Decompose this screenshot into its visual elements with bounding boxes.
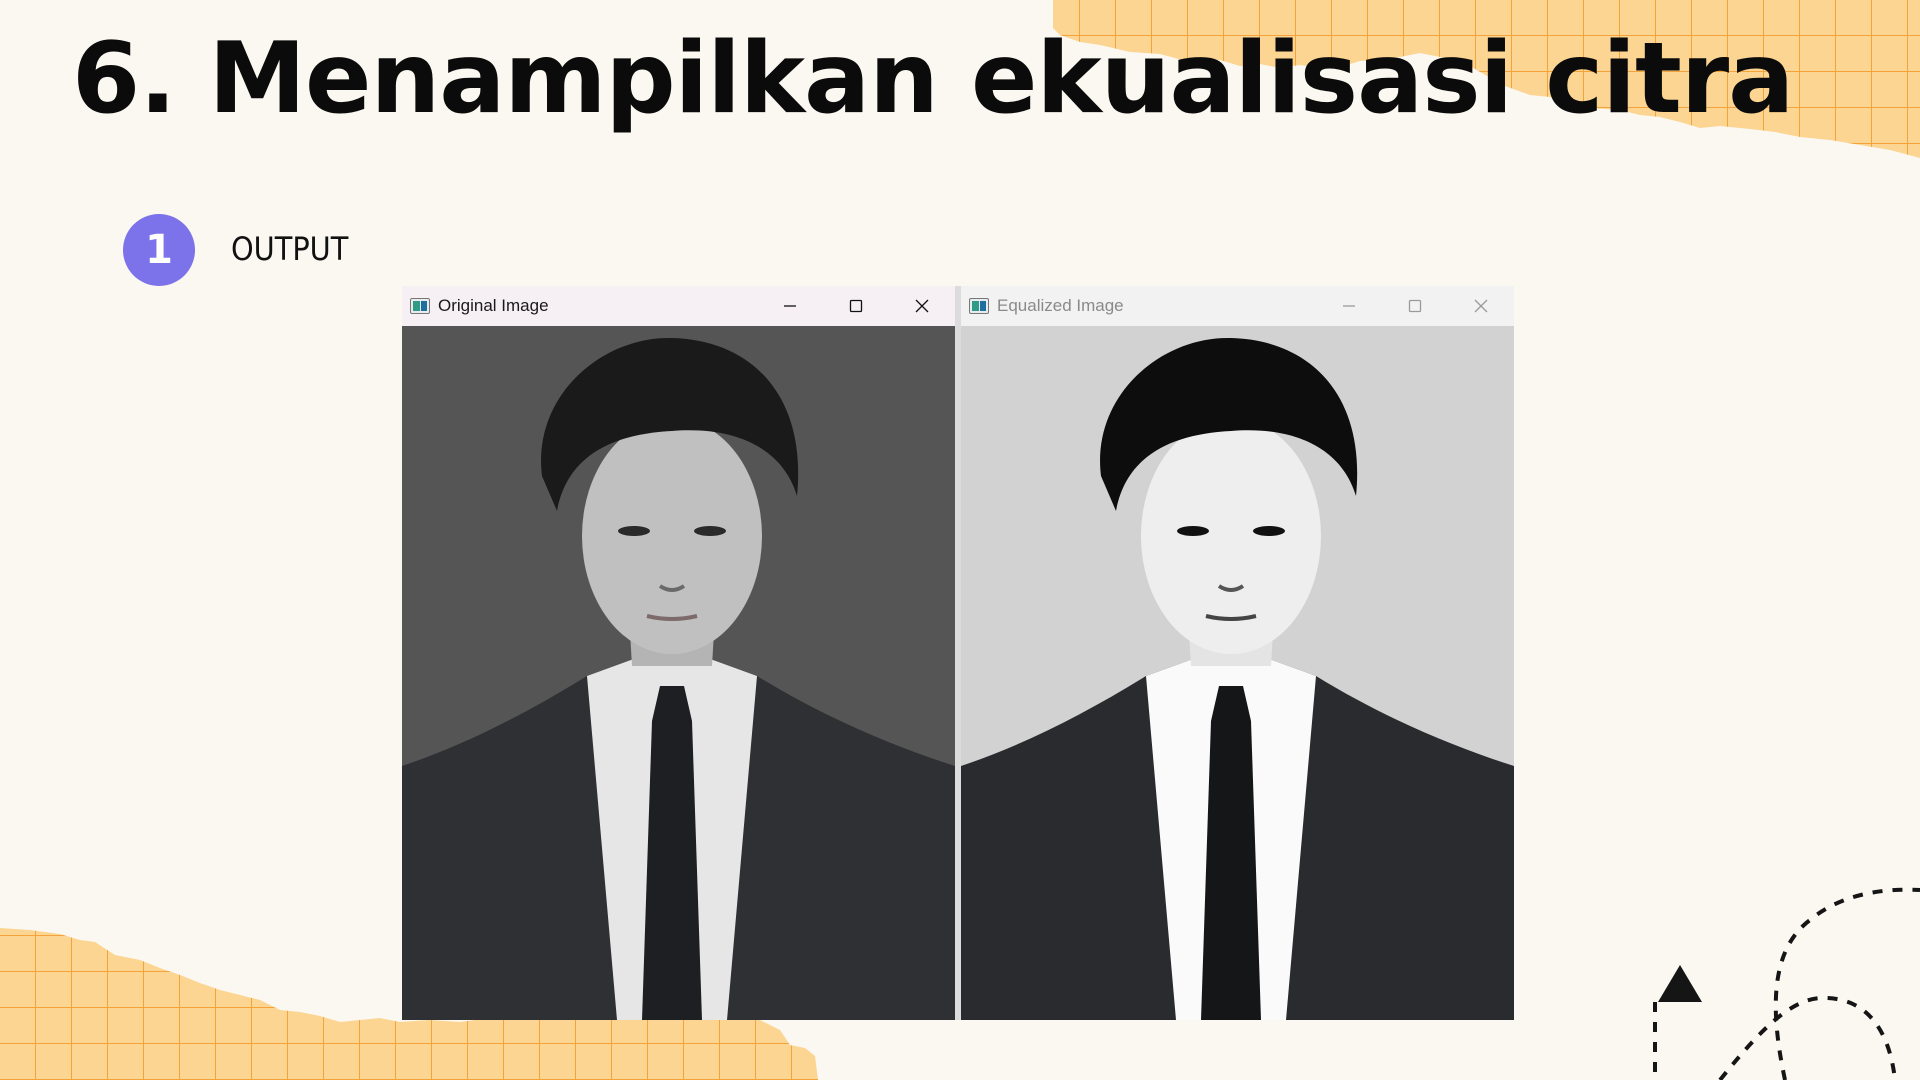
maximize-icon [1408, 299, 1422, 313]
image-window-icon [410, 298, 430, 314]
equalized-window-titlebar[interactable]: Equalized Image [961, 286, 1514, 326]
equalized-image-window[interactable]: Equalized Image [961, 286, 1514, 1020]
step-label: OUTPUT [231, 230, 349, 268]
original-window-titlebar[interactable]: Original Image [402, 286, 955, 326]
equalized-window-title: Equalized Image [997, 296, 1124, 315]
close-icon [915, 299, 929, 313]
minimize-icon [784, 305, 796, 307]
step-number-badge: 1 [123, 214, 195, 286]
minimize-icon [1343, 305, 1355, 307]
arrow-head-icon [1658, 965, 1702, 1002]
window-controls [1316, 286, 1514, 326]
maximize-button[interactable] [823, 286, 889, 326]
minimize-button[interactable] [1316, 286, 1382, 326]
equalized-image-canvas [961, 326, 1514, 1020]
minimize-button[interactable] [757, 286, 823, 326]
maximize-button[interactable] [1382, 286, 1448, 326]
original-window-title: Original Image [438, 296, 549, 315]
close-icon [1474, 299, 1488, 313]
maximize-icon [849, 299, 863, 313]
image-window-icon [969, 298, 989, 314]
slide-title: 6. Menampilkan ekualisasi citra [72, 22, 1794, 136]
original-image-canvas [402, 326, 955, 1020]
window-controls [757, 286, 955, 326]
dashed-doodle-path [1653, 887, 1920, 1080]
close-button[interactable] [1448, 286, 1514, 326]
original-image-window[interactable]: Original Image [402, 286, 955, 1020]
close-button[interactable] [889, 286, 955, 326]
